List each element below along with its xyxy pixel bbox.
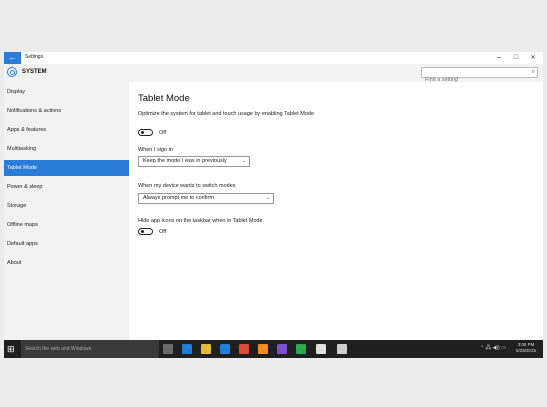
optimize-label: Optimize the system for tablet and touch… bbox=[138, 111, 315, 117]
settings-header: SYSTEM ⌕ bbox=[4, 64, 543, 85]
tablet-mode-toggle[interactable] bbox=[138, 129, 153, 136]
sidebar-item-display[interactable]: Display bbox=[4, 84, 129, 100]
signin-mode-dropdown[interactable]: Keep the mode I was in previously ⌄ bbox=[138, 156, 250, 167]
sidebar-item-notifications[interactable]: Notifications & actions bbox=[4, 103, 129, 119]
chrome-icon[interactable] bbox=[239, 344, 249, 354]
system-tray-icons[interactable]: ⌃ 🖧 ◀)) ▭ bbox=[480, 345, 506, 353]
main-content: Tablet Mode Optimize the system for tabl… bbox=[129, 82, 543, 358]
switch-modes-value: Always prompt me to confirm bbox=[143, 195, 214, 201]
signin-mode-value: Keep the mode I was in previously bbox=[143, 158, 227, 164]
tablet-mode-toggle-state: Off bbox=[159, 130, 167, 136]
minimize-button[interactable]: – bbox=[493, 54, 505, 62]
search-icon[interactable]: ⌕ bbox=[532, 69, 535, 76]
settings-app-icon[interactable] bbox=[337, 344, 347, 354]
sidebar-item-storage[interactable]: Storage bbox=[4, 198, 129, 214]
sidebar-item-about[interactable]: About bbox=[4, 255, 129, 271]
hide-icons-label: Hide app icons on the taskbar when in Ta… bbox=[138, 218, 263, 224]
switch-modes-dropdown[interactable]: Always prompt me to confirm ⌄ bbox=[138, 193, 274, 204]
back-arrow-icon: ← bbox=[8, 53, 17, 62]
photos-icon[interactable] bbox=[316, 344, 326, 354]
signin-label: When I sign in bbox=[138, 147, 173, 153]
gear-icon bbox=[7, 67, 17, 77]
sidebar-item-offline-maps[interactable]: Offline maps bbox=[4, 217, 129, 233]
settings-window: ← Settings – □ ✕ SYSTEM ⌕ Display Notifi… bbox=[4, 52, 543, 358]
close-button[interactable]: ✕ bbox=[527, 54, 539, 62]
file-explorer-icon[interactable] bbox=[201, 344, 211, 354]
taskbar-search-placeholder: Search the web and Windows bbox=[25, 346, 92, 352]
chevron-down-icon: ⌄ bbox=[241, 158, 246, 164]
window-title: Settings bbox=[25, 54, 44, 60]
taskbar-search[interactable]: Search the web and Windows bbox=[21, 340, 159, 358]
find-setting-search[interactable]: ⌕ bbox=[421, 67, 538, 85]
task-view-icon[interactable] bbox=[163, 344, 173, 354]
store-icon[interactable] bbox=[220, 344, 230, 354]
sidebar-item-power-sleep[interactable]: Power & sleep bbox=[4, 179, 129, 195]
sidebar-item-default-apps[interactable]: Default apps bbox=[4, 236, 129, 252]
media-app-icon[interactable] bbox=[277, 344, 287, 354]
chevron-down-icon: ⌄ bbox=[265, 195, 270, 201]
taskbar-clock[interactable]: 3:06 PM 6/29/2015 bbox=[516, 342, 536, 354]
vlc-icon[interactable] bbox=[258, 344, 268, 354]
clock-date: 6/29/2015 bbox=[516, 348, 537, 353]
title-bar: ← Settings – □ ✕ bbox=[4, 52, 543, 64]
hide-icons-toggle[interactable] bbox=[138, 228, 153, 235]
maximize-button[interactable]: □ bbox=[510, 54, 522, 62]
sidebar-item-apps-features[interactable]: Apps & features bbox=[4, 122, 129, 138]
sidebar-nav: Display Notifications & actions Apps & f… bbox=[4, 82, 129, 358]
back-button[interactable]: ← bbox=[4, 52, 21, 64]
sidebar-item-multitasking[interactable]: Multitasking bbox=[4, 141, 129, 157]
switch-modes-label: When my device wants to switch modes bbox=[138, 183, 236, 189]
page-title: Tablet Mode bbox=[138, 93, 190, 104]
xbox-icon[interactable] bbox=[296, 344, 306, 354]
start-button[interactable]: ⊞ bbox=[7, 344, 17, 354]
hide-icons-toggle-state: Off bbox=[159, 229, 167, 235]
sidebar-item-tablet-mode[interactable]: Tablet Mode bbox=[4, 160, 129, 176]
edge-browser-icon[interactable] bbox=[182, 344, 192, 354]
section-title: SYSTEM bbox=[22, 69, 47, 75]
taskbar: ⊞ Search the web and Windows ⌃ 🖧 ◀)) ▭ 3… bbox=[4, 340, 543, 358]
